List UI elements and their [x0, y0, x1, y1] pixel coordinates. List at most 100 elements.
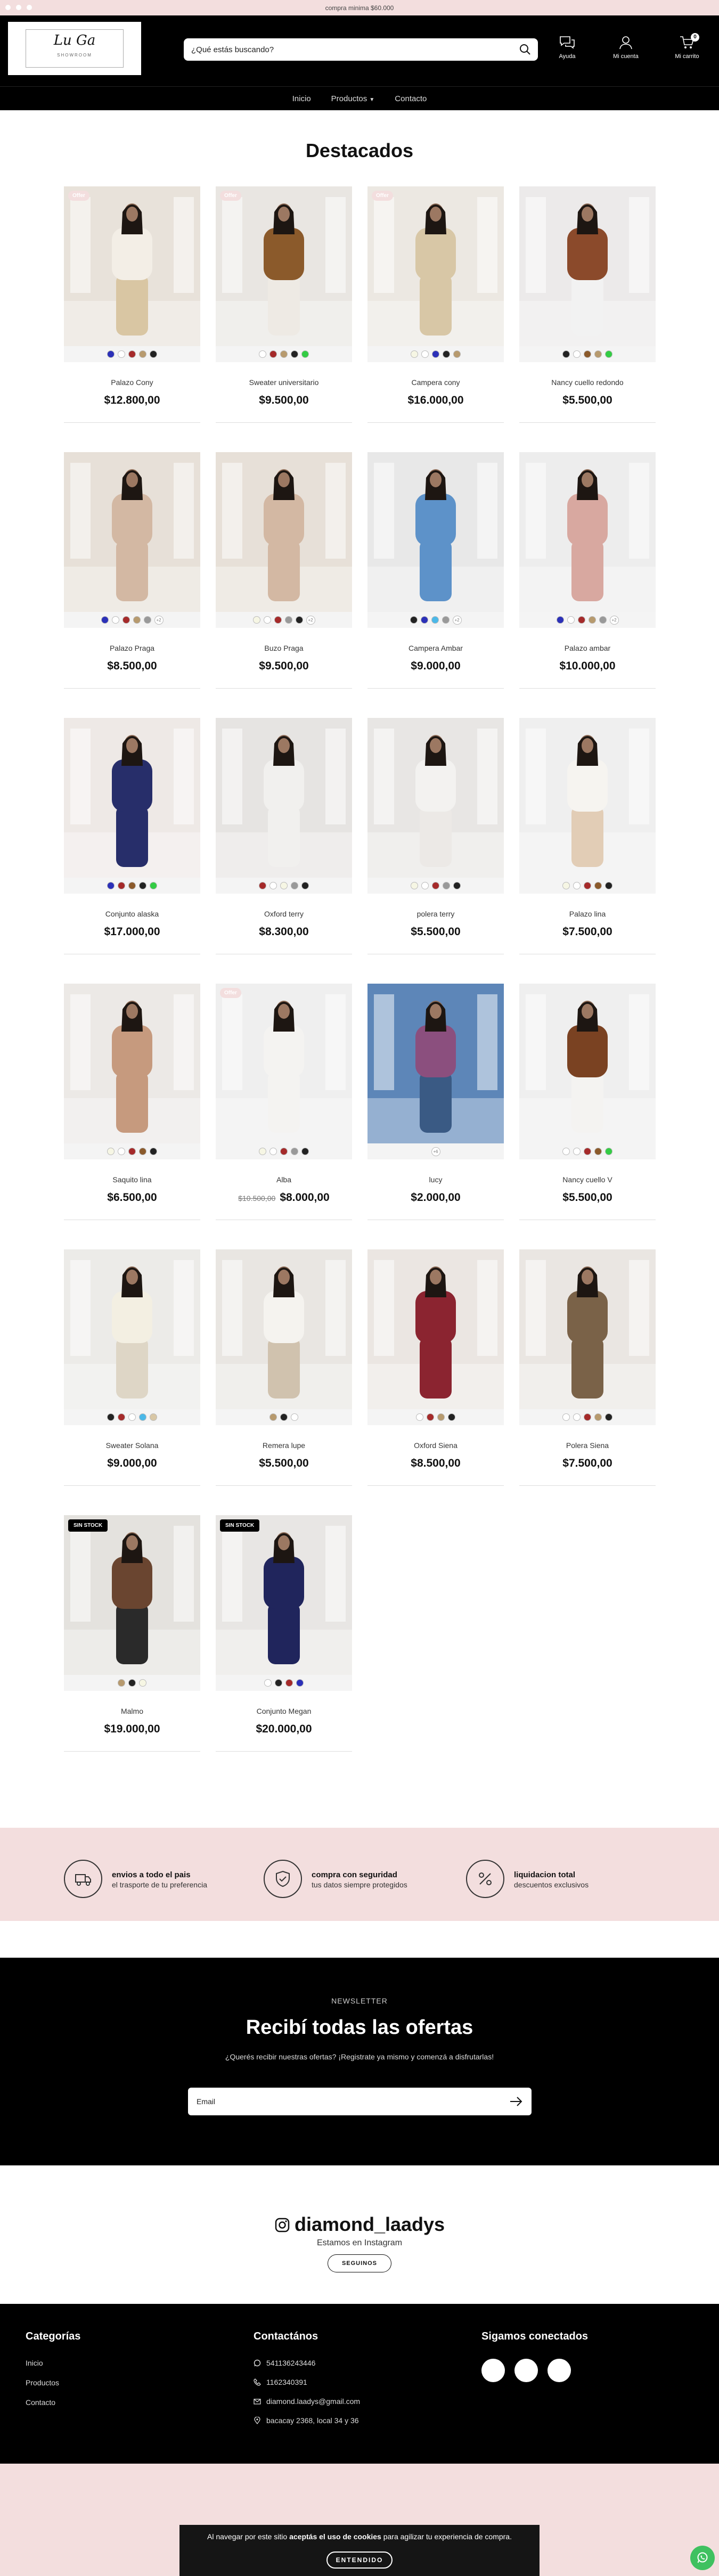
- product-name[interactable]: polera terry: [367, 910, 504, 918]
- product-image[interactable]: [367, 1249, 504, 1409]
- product-image[interactable]: [64, 1249, 200, 1409]
- color-swatch[interactable]: [584, 882, 591, 889]
- product-name[interactable]: Saquito lina: [64, 1175, 200, 1184]
- product-card[interactable]: Conjunto alaska $17.000,00: [64, 718, 200, 954]
- color-swatch[interactable]: [420, 616, 428, 624]
- product-name[interactable]: Conjunto Megan: [216, 1707, 352, 1715]
- color-swatch[interactable]: [410, 616, 418, 624]
- color-swatch[interactable]: [573, 1148, 581, 1155]
- product-image[interactable]: Offer: [216, 186, 352, 346]
- product-name[interactable]: Conjunto alaska: [64, 910, 200, 918]
- color-swatch[interactable]: [107, 1148, 115, 1155]
- color-swatch[interactable]: [291, 882, 298, 889]
- color-swatch[interactable]: [280, 350, 288, 358]
- color-swatch[interactable]: [442, 616, 450, 624]
- help-button[interactable]: Ayuda: [543, 35, 591, 60]
- more-colors-indicator[interactable]: +2: [154, 615, 164, 625]
- more-colors-indicator[interactable]: +2: [609, 615, 619, 625]
- product-image[interactable]: Offer: [64, 186, 200, 346]
- product-name[interactable]: Palazo lina: [519, 910, 656, 918]
- color-swatch[interactable]: [594, 1413, 602, 1421]
- color-swatch[interactable]: [562, 350, 570, 358]
- color-swatch[interactable]: [301, 882, 309, 889]
- color-swatch[interactable]: [577, 616, 585, 624]
- color-swatch[interactable]: [453, 882, 461, 889]
- color-swatch[interactable]: [107, 882, 115, 889]
- product-name[interactable]: Palazo Cony: [64, 378, 200, 387]
- product-name[interactable]: Buzo Praga: [216, 644, 352, 652]
- facebook-icon[interactable]: [481, 2359, 505, 2382]
- search-input[interactable]: [191, 38, 505, 61]
- product-card[interactable]: Offer Sweater universitario $9.500,00: [216, 186, 352, 423]
- product-name[interactable]: Palazo ambar: [519, 644, 656, 652]
- product-image[interactable]: SIN STOCK: [64, 1515, 200, 1675]
- product-image[interactable]: [519, 452, 656, 612]
- color-swatch[interactable]: [269, 350, 277, 358]
- product-card[interactable]: Remera lupe $5.500,00: [216, 1249, 352, 1486]
- product-image[interactable]: [64, 984, 200, 1143]
- product-name[interactable]: Oxford terry: [216, 910, 352, 918]
- color-swatch[interactable]: [259, 1148, 266, 1155]
- product-image[interactable]: [519, 1249, 656, 1409]
- product-image[interactable]: Offer: [367, 186, 504, 346]
- color-swatch[interactable]: [584, 1148, 591, 1155]
- color-swatch[interactable]: [263, 616, 271, 624]
- product-image[interactable]: SIN STOCK: [216, 1515, 352, 1675]
- color-swatch[interactable]: [101, 616, 109, 624]
- more-colors-indicator[interactable]: +2: [452, 615, 462, 625]
- color-swatch[interactable]: [291, 1413, 298, 1421]
- product-card[interactable]: +2 Campera Ambar $9.000,00: [367, 452, 504, 689]
- color-swatch[interactable]: [269, 1413, 277, 1421]
- color-swatch[interactable]: [107, 350, 115, 358]
- color-swatch[interactable]: [259, 350, 266, 358]
- nav-item-inicio[interactable]: Inicio: [292, 94, 311, 103]
- color-swatch[interactable]: [594, 1148, 602, 1155]
- color-swatch[interactable]: [118, 1148, 125, 1155]
- product-image[interactable]: [519, 718, 656, 878]
- color-swatch[interactable]: [275, 1679, 282, 1687]
- color-swatch[interactable]: [150, 882, 157, 889]
- color-swatch[interactable]: [421, 882, 429, 889]
- nav-item-contacto[interactable]: Contacto: [395, 94, 427, 103]
- product-image[interactable]: [519, 984, 656, 1143]
- product-card[interactable]: Polera Siena $7.500,00: [519, 1249, 656, 1486]
- product-image[interactable]: [216, 1249, 352, 1409]
- color-swatch[interactable]: [411, 350, 418, 358]
- product-card[interactable]: SIN STOCK Conjunto Megan $20.000,00: [216, 1515, 352, 1752]
- color-swatch[interactable]: [139, 1679, 146, 1687]
- product-card[interactable]: +2 Buzo Praga $9.500,00: [216, 452, 352, 689]
- color-swatch[interactable]: [562, 1148, 570, 1155]
- color-swatch[interactable]: [573, 882, 581, 889]
- product-image[interactable]: [367, 984, 504, 1143]
- color-swatch[interactable]: [128, 1413, 136, 1421]
- product-image[interactable]: [216, 452, 352, 612]
- color-swatch[interactable]: [118, 1679, 125, 1687]
- color-swatch[interactable]: [416, 1413, 423, 1421]
- color-swatch[interactable]: [252, 616, 260, 624]
- color-swatch[interactable]: [128, 882, 136, 889]
- color-swatch[interactable]: [443, 350, 450, 358]
- product-name[interactable]: Sweater universitario: [216, 378, 352, 387]
- color-swatch[interactable]: [269, 1148, 277, 1155]
- color-swatch[interactable]: [599, 616, 607, 624]
- color-swatch[interactable]: [295, 616, 303, 624]
- color-swatch[interactable]: [269, 882, 277, 889]
- color-swatch[interactable]: [437, 1413, 445, 1421]
- color-swatch[interactable]: [594, 882, 602, 889]
- product-name[interactable]: Campera cony: [367, 378, 504, 387]
- newsletter-email-input[interactable]: [197, 2088, 495, 2115]
- product-image[interactable]: [367, 718, 504, 878]
- color-swatch[interactable]: [284, 616, 292, 624]
- product-name[interactable]: Malmo: [64, 1707, 200, 1715]
- product-image[interactable]: [64, 452, 200, 612]
- color-swatch[interactable]: [150, 350, 157, 358]
- color-swatch[interactable]: [280, 1413, 288, 1421]
- product-card[interactable]: Nancy cuello redondo $5.500,00: [519, 186, 656, 423]
- color-swatch[interactable]: [291, 350, 298, 358]
- color-swatch[interactable]: [128, 350, 136, 358]
- color-swatch[interactable]: [291, 1148, 298, 1155]
- color-swatch[interactable]: [139, 882, 146, 889]
- color-swatch[interactable]: [431, 616, 439, 624]
- product-name[interactable]: Alba: [216, 1175, 352, 1184]
- color-swatch[interactable]: [556, 616, 564, 624]
